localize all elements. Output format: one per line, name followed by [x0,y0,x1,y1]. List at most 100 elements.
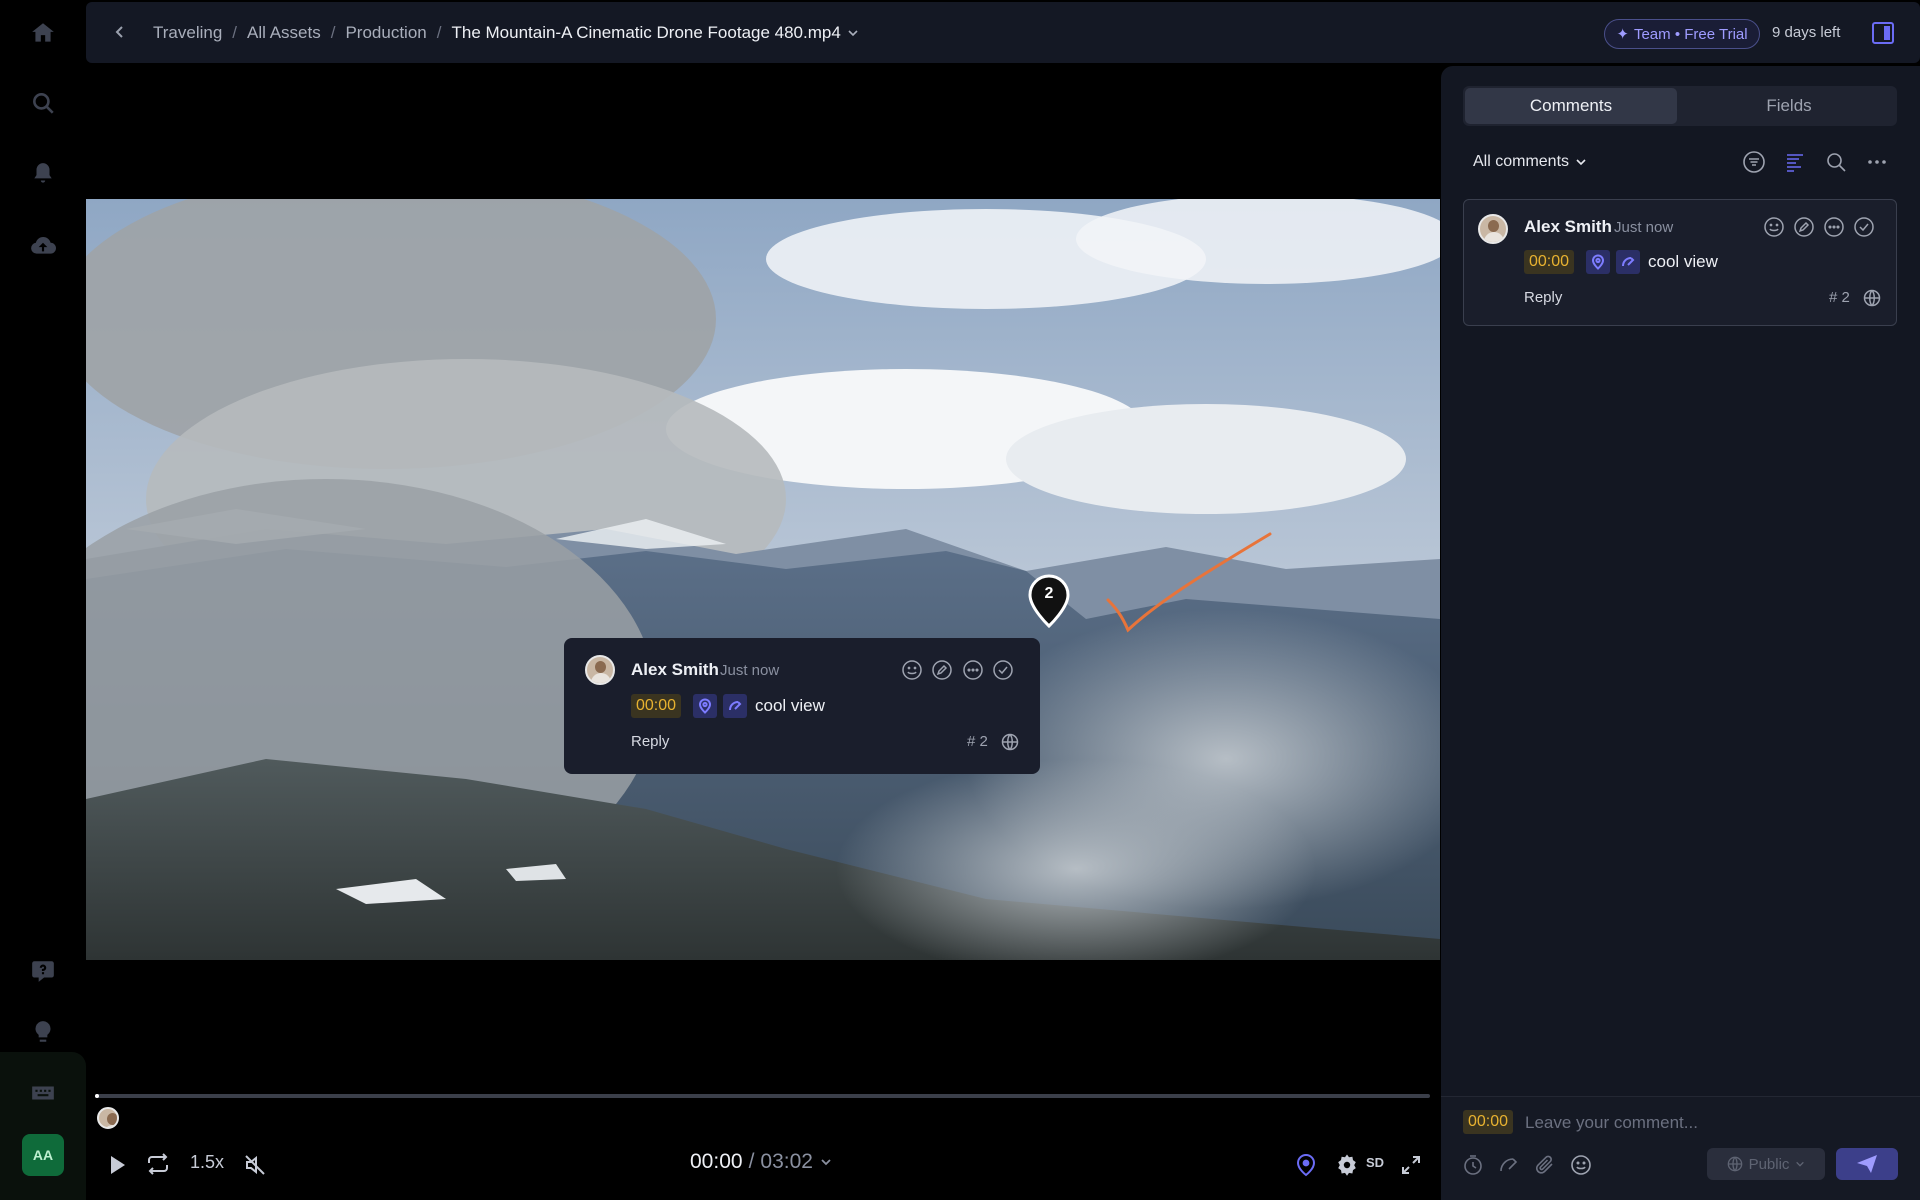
bell-icon[interactable] [23,154,63,194]
user-avatar[interactable]: AA [22,1134,64,1176]
home-icon[interactable] [23,13,63,53]
reply-button[interactable]: Reply [1524,289,1562,306]
comments-panel: Comments Fields All comments Alex Smith … [1441,66,1920,1200]
drawing-annotation [1106,532,1272,633]
emoji-icon[interactable] [901,659,923,681]
comment-timestamp[interactable]: 00:00 [1524,250,1575,274]
trial-label: Team • Free Trial [1633,25,1748,43]
current-time: 00:00 [690,1150,743,1173]
timecode[interactable]: 00:00 / 03:02 [690,1150,833,1174]
comment-timestamp[interactable]: 00:00 [631,694,682,718]
comment-pin-number: 2 [1044,585,1054,602]
composer-timestamp[interactable]: 00:00 [1463,1110,1514,1134]
sparkle-icon: ✦ [1616,26,1629,43]
breadcrumb-current-file[interactable]: The Mountain-A Cinematic Drone Footage 4… [451,23,840,43]
comment-time: Just now [1614,219,1674,236]
draw-icon[interactable] [1616,250,1640,274]
emoji-icon[interactable] [1569,1153,1593,1177]
speaker-muted-icon [245,1155,265,1175]
reply-button[interactable]: Reply [631,733,669,750]
days-left-text: 9 days left [1772,24,1841,41]
keyboard-icon[interactable] [23,1073,63,1113]
filter-icon[interactable] [1742,150,1766,174]
play-button[interactable] [104,1152,130,1178]
left-rail: AA [0,0,86,1200]
fullscreen-button[interactable] [1398,1152,1424,1178]
expand-icon [1402,1156,1420,1174]
gear-icon [1338,1154,1356,1176]
breadcrumb-item-traveling[interactable]: Traveling [153,23,222,43]
comment-popup[interactable]: Alex Smith Just now 00:00 cool view Repl… [564,638,1040,774]
globe-icon [1727,1156,1742,1172]
sort-icon[interactable] [1783,150,1807,174]
lightbulb-icon[interactable] [23,1012,63,1052]
draw-icon[interactable] [723,694,747,718]
chevron-down-icon [1796,1161,1805,1167]
total-time: 03:02 [760,1150,813,1173]
quality-label[interactable]: SD [1366,1155,1384,1170]
comment-marker-avatar[interactable] [97,1107,119,1129]
tab-fields[interactable]: Fields [1683,88,1895,124]
comment-text: cool view [755,696,825,715]
upload-cloud-icon[interactable] [23,226,63,266]
visibility-dropdown[interactable]: Public [1707,1148,1825,1180]
trial-badge[interactable]: ✦ Team • Free Trial [1604,19,1760,49]
comment-filter-label: All comments [1473,153,1570,170]
timer-icon[interactable] [1461,1153,1485,1177]
more-icon[interactable] [1865,150,1889,174]
tab-comments[interactable]: Comments [1465,88,1677,124]
chevron-down-icon [1576,159,1586,166]
search-icon[interactable] [23,83,63,123]
progress-fill [95,1094,99,1098]
send-button[interactable] [1836,1148,1898,1180]
globe-icon[interactable] [1001,733,1019,751]
comment-input[interactable]: Leave your comment... [1525,1113,1698,1133]
help-icon[interactable] [23,951,63,991]
search-icon[interactable] [1824,150,1848,174]
loop-button[interactable] [143,1150,173,1178]
location-pin-icon[interactable] [693,694,717,718]
comment-author: Alex Smith [1524,217,1612,236]
play-icon [111,1156,125,1174]
progress-bar[interactable] [95,1094,1430,1098]
globe-icon[interactable] [1863,289,1881,307]
comment-time: Just now [720,662,780,679]
send-icon [1857,1155,1877,1173]
breadcrumb-separator: / [232,22,238,42]
comment-author: Alex Smith [631,660,719,679]
comment-list-item[interactable]: Alex Smith Just now 00:00 cool view Repl… [1463,199,1897,326]
emoji-icon[interactable] [1763,216,1785,238]
mute-button[interactable] [241,1152,269,1178]
draw-icon[interactable] [1497,1153,1521,1177]
chevron-down-icon[interactable] [847,27,859,39]
more-icon[interactable] [1823,216,1845,238]
settings-button[interactable] [1333,1152,1361,1178]
avatar [1478,214,1508,244]
loop-icon [148,1153,168,1175]
annotation-pin-button[interactable] [1293,1152,1319,1178]
avatar [585,655,615,685]
breadcrumb-separator: / [330,22,336,42]
resolve-check-icon[interactable] [992,659,1014,681]
location-pin-icon[interactable] [1586,250,1610,274]
time-separator: / [748,1150,755,1173]
panel-toggle-icon[interactable] [1872,22,1894,44]
edit-icon[interactable] [1793,216,1815,238]
back-button[interactable] [106,18,134,46]
breadcrumb-item-production[interactable]: Production [345,23,426,43]
resolve-check-icon[interactable] [1853,216,1875,238]
location-pin-icon [1296,1153,1316,1177]
edit-icon[interactable] [931,659,953,681]
comment-text: cool view [1648,252,1718,271]
attachment-icon[interactable] [1533,1153,1557,1177]
comment-composer: 00:00 Leave your comment... Public [1441,1096,1920,1200]
panel-tabs: Comments Fields [1463,86,1897,126]
playback-speed-button[interactable]: 1.5x [190,1152,224,1173]
visibility-label: Public [1748,1155,1790,1173]
breadcrumb-item-all-assets[interactable]: All Assets [247,23,321,43]
chevron-down-icon [821,1159,831,1166]
comment-filter-dropdown[interactable]: All comments [1473,153,1587,171]
comment-number: # 2 [967,733,988,750]
more-icon[interactable] [962,659,984,681]
breadcrumb-separator: / [436,22,442,42]
